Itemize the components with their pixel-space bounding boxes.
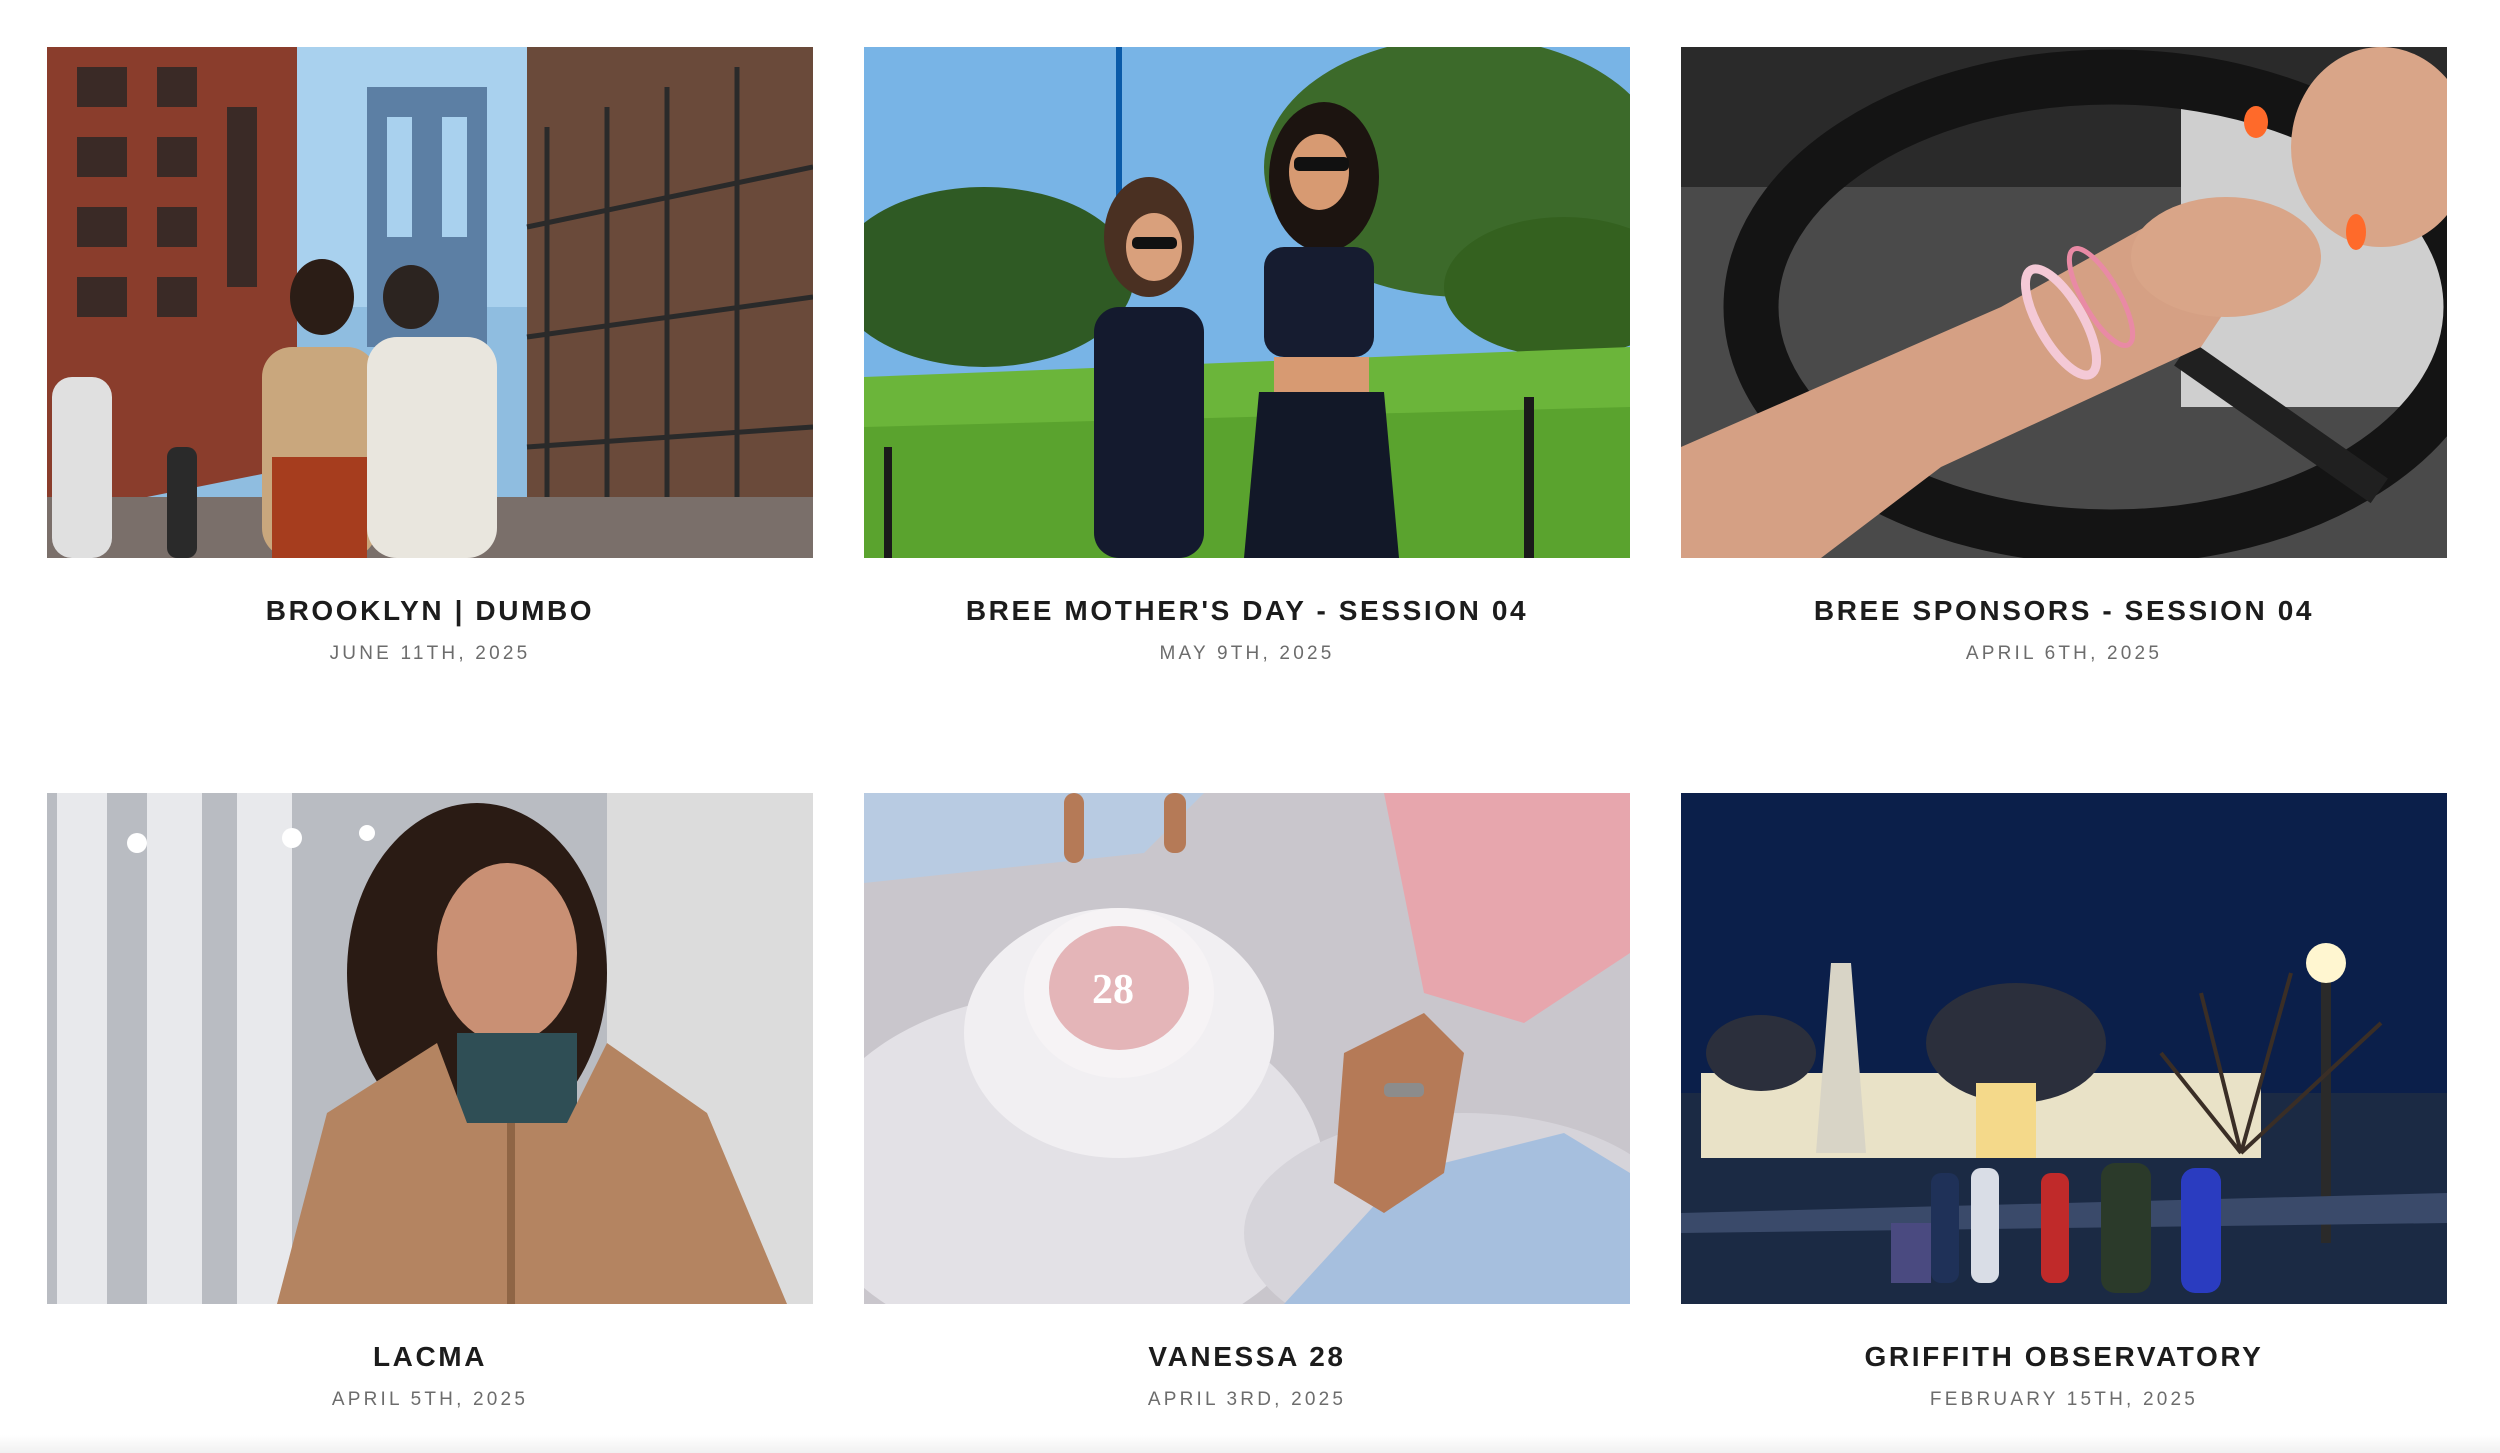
gallery-grid: BROOKLYN | DUMBO JUNE 11TH, 2025 BREE MO… bbox=[0, 0, 2500, 1453]
gallery-card-griffith-observatory[interactable]: GRIFFITH OBSERVATORY FEBRUARY 15TH, 2025 bbox=[1681, 793, 2447, 1412]
svg-text:28: 28 bbox=[1092, 967, 1134, 1013]
gallery-card-vanessa-28[interactable]: 28 VANESSA 28 APRIL 3RD, 2025 bbox=[864, 793, 1630, 1412]
gallery-title[interactable]: BREE SPONSORS - SESSION 04 bbox=[1681, 594, 2447, 628]
birthday-cake-photo[interactable]: 28 bbox=[864, 793, 1630, 1304]
griffith-observatory-photo[interactable] bbox=[1681, 793, 2447, 1304]
gallery-title[interactable]: VANESSA 28 bbox=[864, 1340, 1630, 1374]
gallery-date: APRIL 3RD, 2025 bbox=[1147, 1389, 1347, 1410]
brooklyn-dumbo-photo[interactable] bbox=[47, 47, 813, 558]
gallery-card-bree-mothers-day[interactable]: BREE MOTHER'S DAY - SESSION 04 MAY 9TH, … bbox=[864, 47, 1630, 666]
gallery-date: JUNE 11TH, 2025 bbox=[329, 643, 531, 664]
lacma-portrait-photo[interactable] bbox=[47, 793, 813, 1304]
gallery-title[interactable]: BROOKLYN | DUMBO bbox=[47, 594, 813, 628]
sponsors-steering-wheel-photo[interactable] bbox=[1681, 47, 2447, 558]
gallery-title[interactable]: LACMA bbox=[47, 1340, 813, 1374]
gallery-card-bree-sponsors[interactable]: BREE SPONSORS - SESSION 04 APRIL 6TH, 20… bbox=[1681, 47, 2447, 666]
gallery-date: FEBRUARY 15TH, 2025 bbox=[1929, 1389, 2199, 1410]
bottom-edge-shadow bbox=[0, 1435, 2500, 1453]
gallery-date: MAY 9TH, 2025 bbox=[1159, 643, 1335, 664]
mothers-day-photo[interactable] bbox=[864, 47, 1630, 558]
gallery-title[interactable]: GRIFFITH OBSERVATORY bbox=[1681, 1340, 2447, 1374]
gallery-title[interactable]: BREE MOTHER'S DAY - SESSION 04 bbox=[864, 594, 1630, 628]
gallery-card-lacma[interactable]: LACMA APRIL 5TH, 2025 bbox=[47, 793, 813, 1412]
gallery-card-brooklyn-dumbo[interactable]: BROOKLYN | DUMBO JUNE 11TH, 2025 bbox=[47, 47, 813, 666]
gallery-date: APRIL 6TH, 2025 bbox=[1965, 643, 2163, 664]
gallery-date: APRIL 5TH, 2025 bbox=[331, 1389, 529, 1410]
